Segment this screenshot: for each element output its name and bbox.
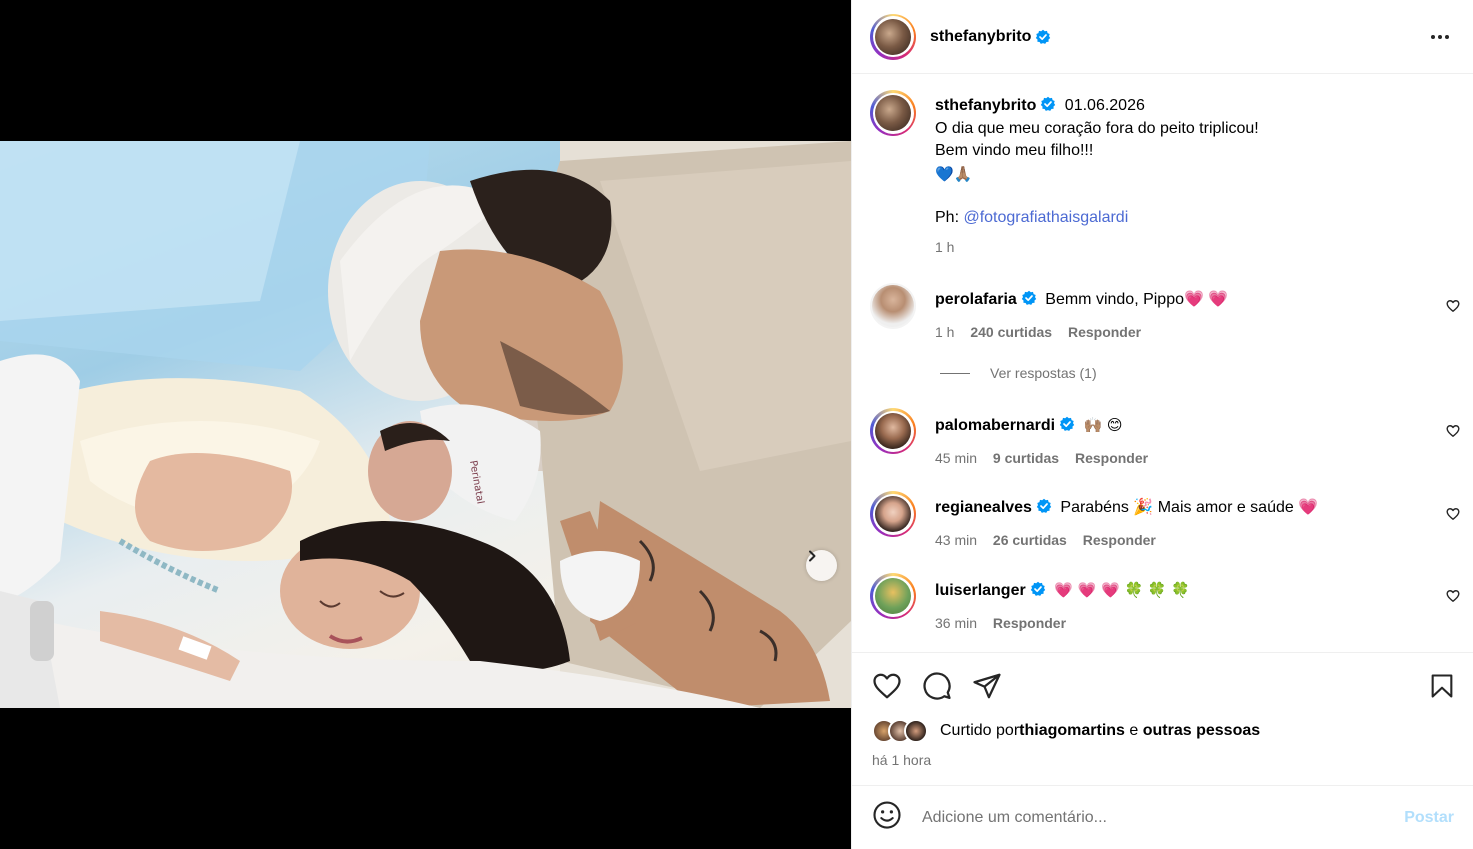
caption-time: 1 h (935, 238, 955, 255)
liked-by-avatars[interactable] (872, 719, 928, 743)
heart-icon (1446, 508, 1460, 520)
comment-input[interactable] (922, 808, 1405, 827)
comment-text: 🙌🏽 😊 (1083, 416, 1123, 434)
caption-line: O dia que meu coração fora do peito trip… (935, 119, 1259, 137)
more-horizontal-icon (1431, 35, 1449, 39)
comment-button[interactable] (922, 671, 952, 706)
comment-likes[interactable]: 26 curtidas (993, 532, 1067, 548)
paper-plane-icon (973, 673, 1001, 699)
heart-icon (1446, 425, 1460, 437)
carousel-next-button[interactable] (806, 550, 837, 581)
comment-likes[interactable]: 240 curtidas (970, 324, 1052, 340)
commenter-username[interactable]: palomabernardi (935, 417, 1055, 434)
photo-credit-label: Ph: (935, 209, 964, 226)
view-replies-button[interactable]: Ver respostas (1) (940, 365, 1097, 381)
reply-button[interactable]: Responder (1083, 532, 1156, 548)
reply-button[interactable]: Responder (1068, 324, 1141, 340)
commenter-avatar[interactable] (870, 491, 916, 537)
comment-time: 43 min (935, 531, 978, 548)
author-avatar[interactable] (870, 13, 916, 60)
comment-text: Parabéns 🎉 Mais amor e saúde 💗 (1060, 499, 1319, 516)
post-photo[interactable]: Perinatal (0, 141, 851, 708)
reply-button[interactable]: Responder (1075, 450, 1148, 466)
caption-line: Bem vindo meu filho!!! (935, 142, 1094, 159)
comment-time: 1 h (935, 323, 955, 340)
chevron-right-icon (809, 550, 816, 562)
verified-badge-icon (1021, 290, 1037, 305)
reply-button[interactable]: Responder (993, 615, 1066, 631)
post-actions: Curtido por thiagomartins e outras pesso… (852, 652, 1473, 785)
emoji-smile-icon (873, 801, 901, 829)
post-header: sthefanybrito (852, 0, 1473, 74)
verified-badge-icon (1059, 416, 1075, 431)
liked-by: Curtido por thiagomartins e outras pesso… (872, 719, 1260, 743)
bookmark-icon (1431, 674, 1453, 698)
verified-badge-icon (1036, 498, 1052, 513)
commenter-avatar[interactable] (870, 283, 916, 329)
comment-time: 36 min (935, 614, 978, 631)
verified-badge-icon (1036, 29, 1051, 44)
caption-date: 01.06.2026 (1064, 97, 1145, 114)
commenter-avatar[interactable] (870, 573, 916, 619)
post-media: Perinatal (0, 0, 851, 849)
view-replies-label: Ver respostas (1) (990, 365, 1097, 381)
comment-like-button[interactable] (1446, 299, 1460, 318)
post-comment-button[interactable]: Postar (1404, 809, 1454, 827)
comment-like-button[interactable] (1446, 507, 1460, 526)
comment-time: 45 min (935, 449, 978, 466)
heart-icon (1446, 590, 1460, 602)
like-button[interactable] (872, 671, 902, 706)
liked-by-user[interactable]: thiagomartins (1019, 722, 1125, 740)
verified-badge-icon (1030, 581, 1045, 596)
emoji-button[interactable] (872, 800, 902, 835)
post-time: há 1 hora (872, 752, 932, 768)
liked-by-prefix: Curtido por (940, 722, 1020, 739)
more-options-button[interactable] (1429, 26, 1451, 53)
commenter-username[interactable]: luiserlanger (935, 582, 1026, 599)
commenter-username[interactable]: regianealves (935, 499, 1032, 516)
comment-text: Bemm vindo, Pippo💗 💗 (1045, 291, 1229, 308)
caption-emojis: 💙🙏🏽 (935, 164, 973, 183)
commenter-avatar[interactable] (870, 408, 916, 454)
author-username[interactable]: sthefanybrito (930, 28, 1031, 46)
post-panel: sthefanybrito sthefanybrito 01.06.2026 O… (851, 0, 1473, 849)
caption-username[interactable]: sthefanybrito (935, 97, 1036, 114)
commenter-username[interactable]: perolafaria (935, 291, 1017, 308)
comment-likes[interactable]: 9 curtidas (993, 450, 1059, 466)
save-button[interactable] (1428, 671, 1456, 706)
caption-avatar[interactable] (870, 90, 916, 136)
comment-icon (923, 672, 951, 700)
liked-by-joiner: e (1124, 722, 1143, 739)
share-button[interactable] (972, 671, 1002, 706)
comment-text: 💗 💗 💗 🍀 🍀 🍀 (1054, 581, 1191, 599)
comments-list: sthefanybrito 01.06.2026 O dia que meu c… (852, 75, 1473, 652)
comment-like-button[interactable] (1446, 424, 1460, 443)
heart-icon (873, 673, 901, 699)
photo-illustration: Perinatal (0, 141, 851, 708)
heart-icon (1446, 300, 1460, 312)
verified-badge-icon (1041, 96, 1056, 111)
photo-credit-link[interactable]: @fotografiathaisgalardi (963, 209, 1128, 226)
add-comment-bar: Postar (852, 785, 1473, 849)
liked-by-others[interactable]: outras pessoas (1143, 722, 1260, 740)
comment-like-button[interactable] (1446, 589, 1460, 608)
